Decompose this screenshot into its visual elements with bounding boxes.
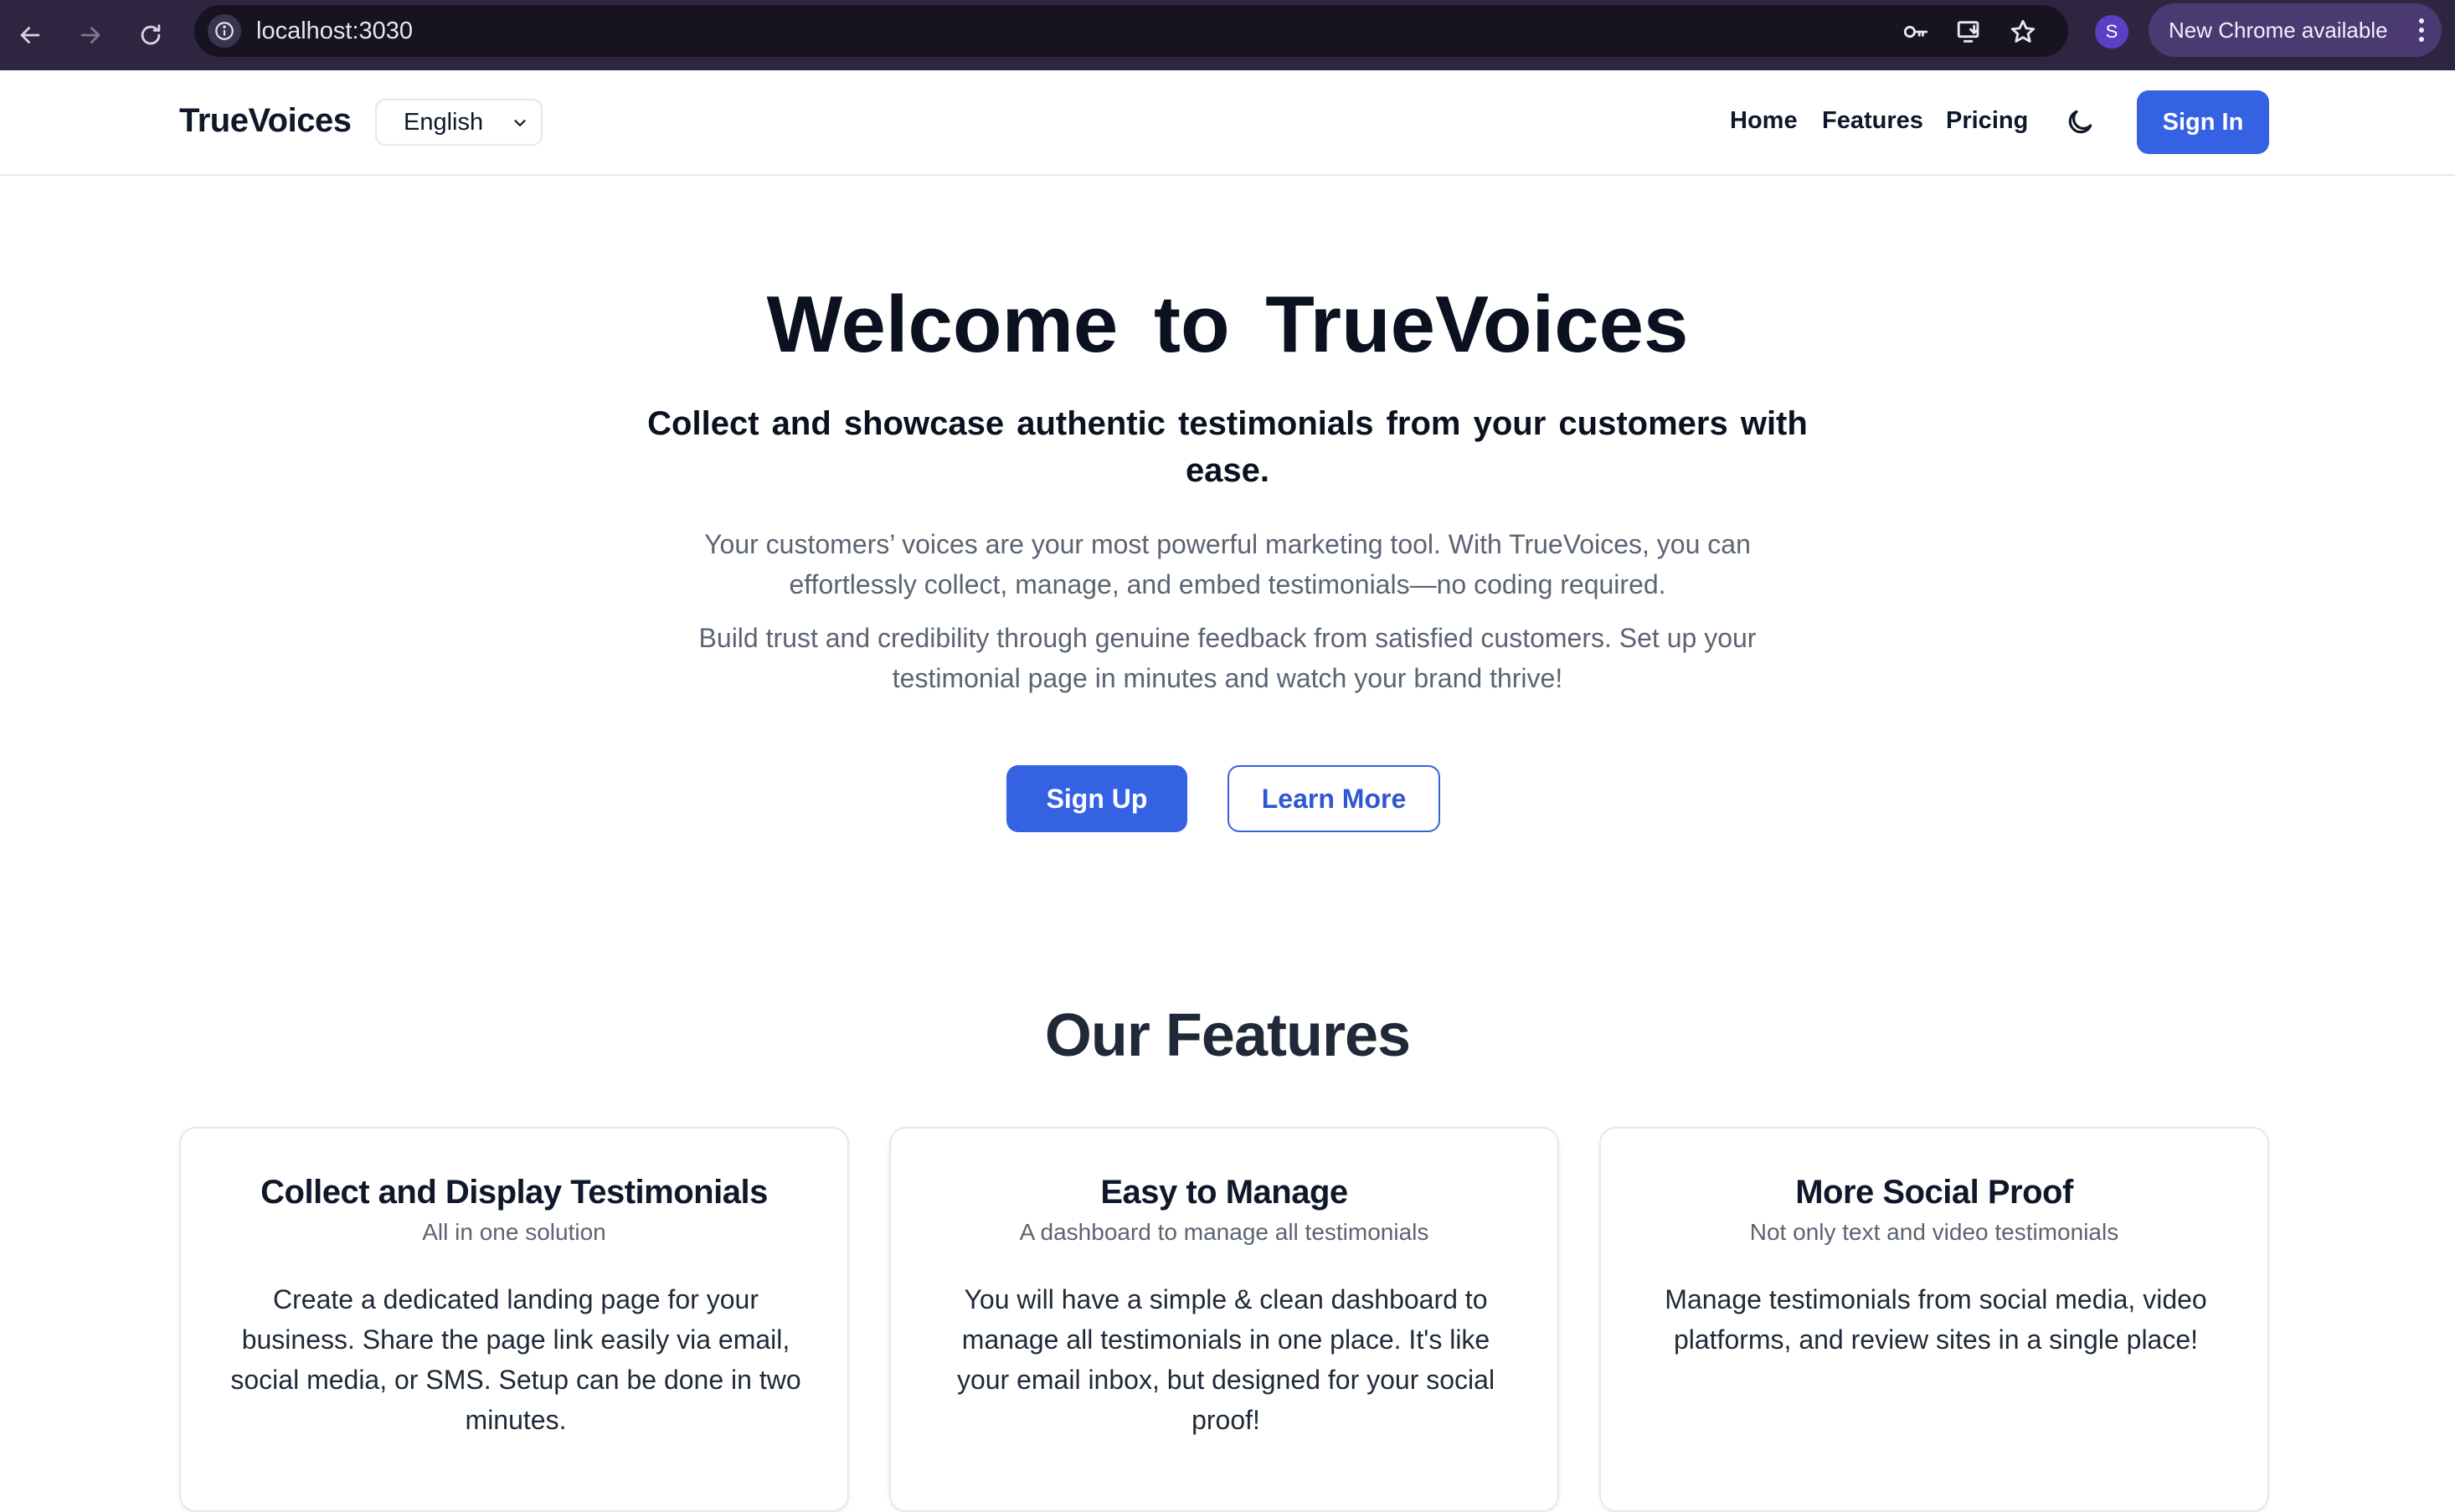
- sign-up-button[interactable]: Sign Up: [1006, 765, 1187, 832]
- hero-subtitle: Collect and showcase authentic testimoni…: [647, 405, 1808, 489]
- feature-card-subtitle: A dashboard to manage all testimonials: [1019, 1219, 1429, 1245]
- hero-paragraph-2: Build trust and credibility through genu…: [698, 623, 1757, 693]
- bookmark-star-icon[interactable]: [2006, 15, 2040, 49]
- feature-card-title: More Social Proof: [1795, 1174, 2073, 1211]
- feature-card-body: Create a dedicated landing page for your…: [230, 1284, 801, 1435]
- moon-icon: [2068, 110, 2092, 134]
- feature-card-subtitle: All in one solution: [422, 1219, 606, 1245]
- learn-more-button[interactable]: Learn More: [1228, 765, 1440, 832]
- language-select[interactable]: English: [375, 99, 543, 146]
- feature-card-title: Collect and Display Testimonials: [260, 1174, 768, 1211]
- theme-toggle-button[interactable]: [2061, 104, 2098, 141]
- password-key-icon[interactable]: [1899, 15, 1933, 49]
- sign-in-button[interactable]: Sign In: [2137, 90, 2269, 154]
- hero-paragraph-1: Your customers’ voices are your most pow…: [704, 529, 1751, 599]
- reload-button[interactable]: [129, 13, 172, 57]
- more-vert-icon: [2419, 18, 2424, 42]
- feature-card-title: Easy to Manage: [1100, 1174, 1348, 1211]
- browser-toolbar: localhost:3030 S New Chrome available: [0, 0, 2455, 70]
- install-app-icon[interactable]: [1953, 15, 1986, 49]
- forward-icon: [80, 27, 100, 44]
- brand-logo[interactable]: TrueVoices: [179, 102, 352, 140]
- reload-icon: [141, 24, 161, 45]
- update-label: New Chrome available: [2169, 17, 2388, 43]
- back-icon: [20, 27, 40, 44]
- language-value: English: [404, 108, 484, 136]
- feature-card: Collect and Display Testimonials All in …: [179, 1127, 849, 1512]
- back-button[interactable]: [8, 13, 52, 57]
- nav-features[interactable]: Features: [1822, 107, 1923, 135]
- features-title: Our Features: [1044, 1002, 1411, 1069]
- site-header: TrueVoices English Home Features Pricing…: [0, 70, 2455, 176]
- address-bar[interactable]: localhost:3030: [194, 5, 2068, 57]
- feature-card: More Social Proof Not only text and vide…: [1599, 1127, 2269, 1512]
- site-info-icon[interactable]: [208, 14, 241, 48]
- nav-home[interactable]: Home: [1730, 107, 1798, 135]
- chevron-down-icon: [514, 120, 526, 126]
- chrome-update-button[interactable]: New Chrome available: [2149, 3, 2442, 57]
- nav-pricing[interactable]: Pricing: [1946, 107, 2028, 135]
- url-text[interactable]: localhost:3030: [256, 18, 413, 44]
- feature-card-body: Manage testimonials from social media, v…: [1665, 1284, 2207, 1355]
- forward-button[interactable]: [69, 13, 112, 57]
- feature-card: Easy to Manage A dashboard to manage all…: [889, 1127, 1559, 1512]
- feature-card-body: You will have a simple & clean dashboard…: [956, 1284, 1495, 1435]
- hero-title: Welcome to TrueVoices: [766, 280, 1689, 369]
- profile-avatar[interactable]: S: [2095, 15, 2128, 49]
- feature-card-subtitle: Not only text and video testimonials: [1749, 1219, 2119, 1245]
